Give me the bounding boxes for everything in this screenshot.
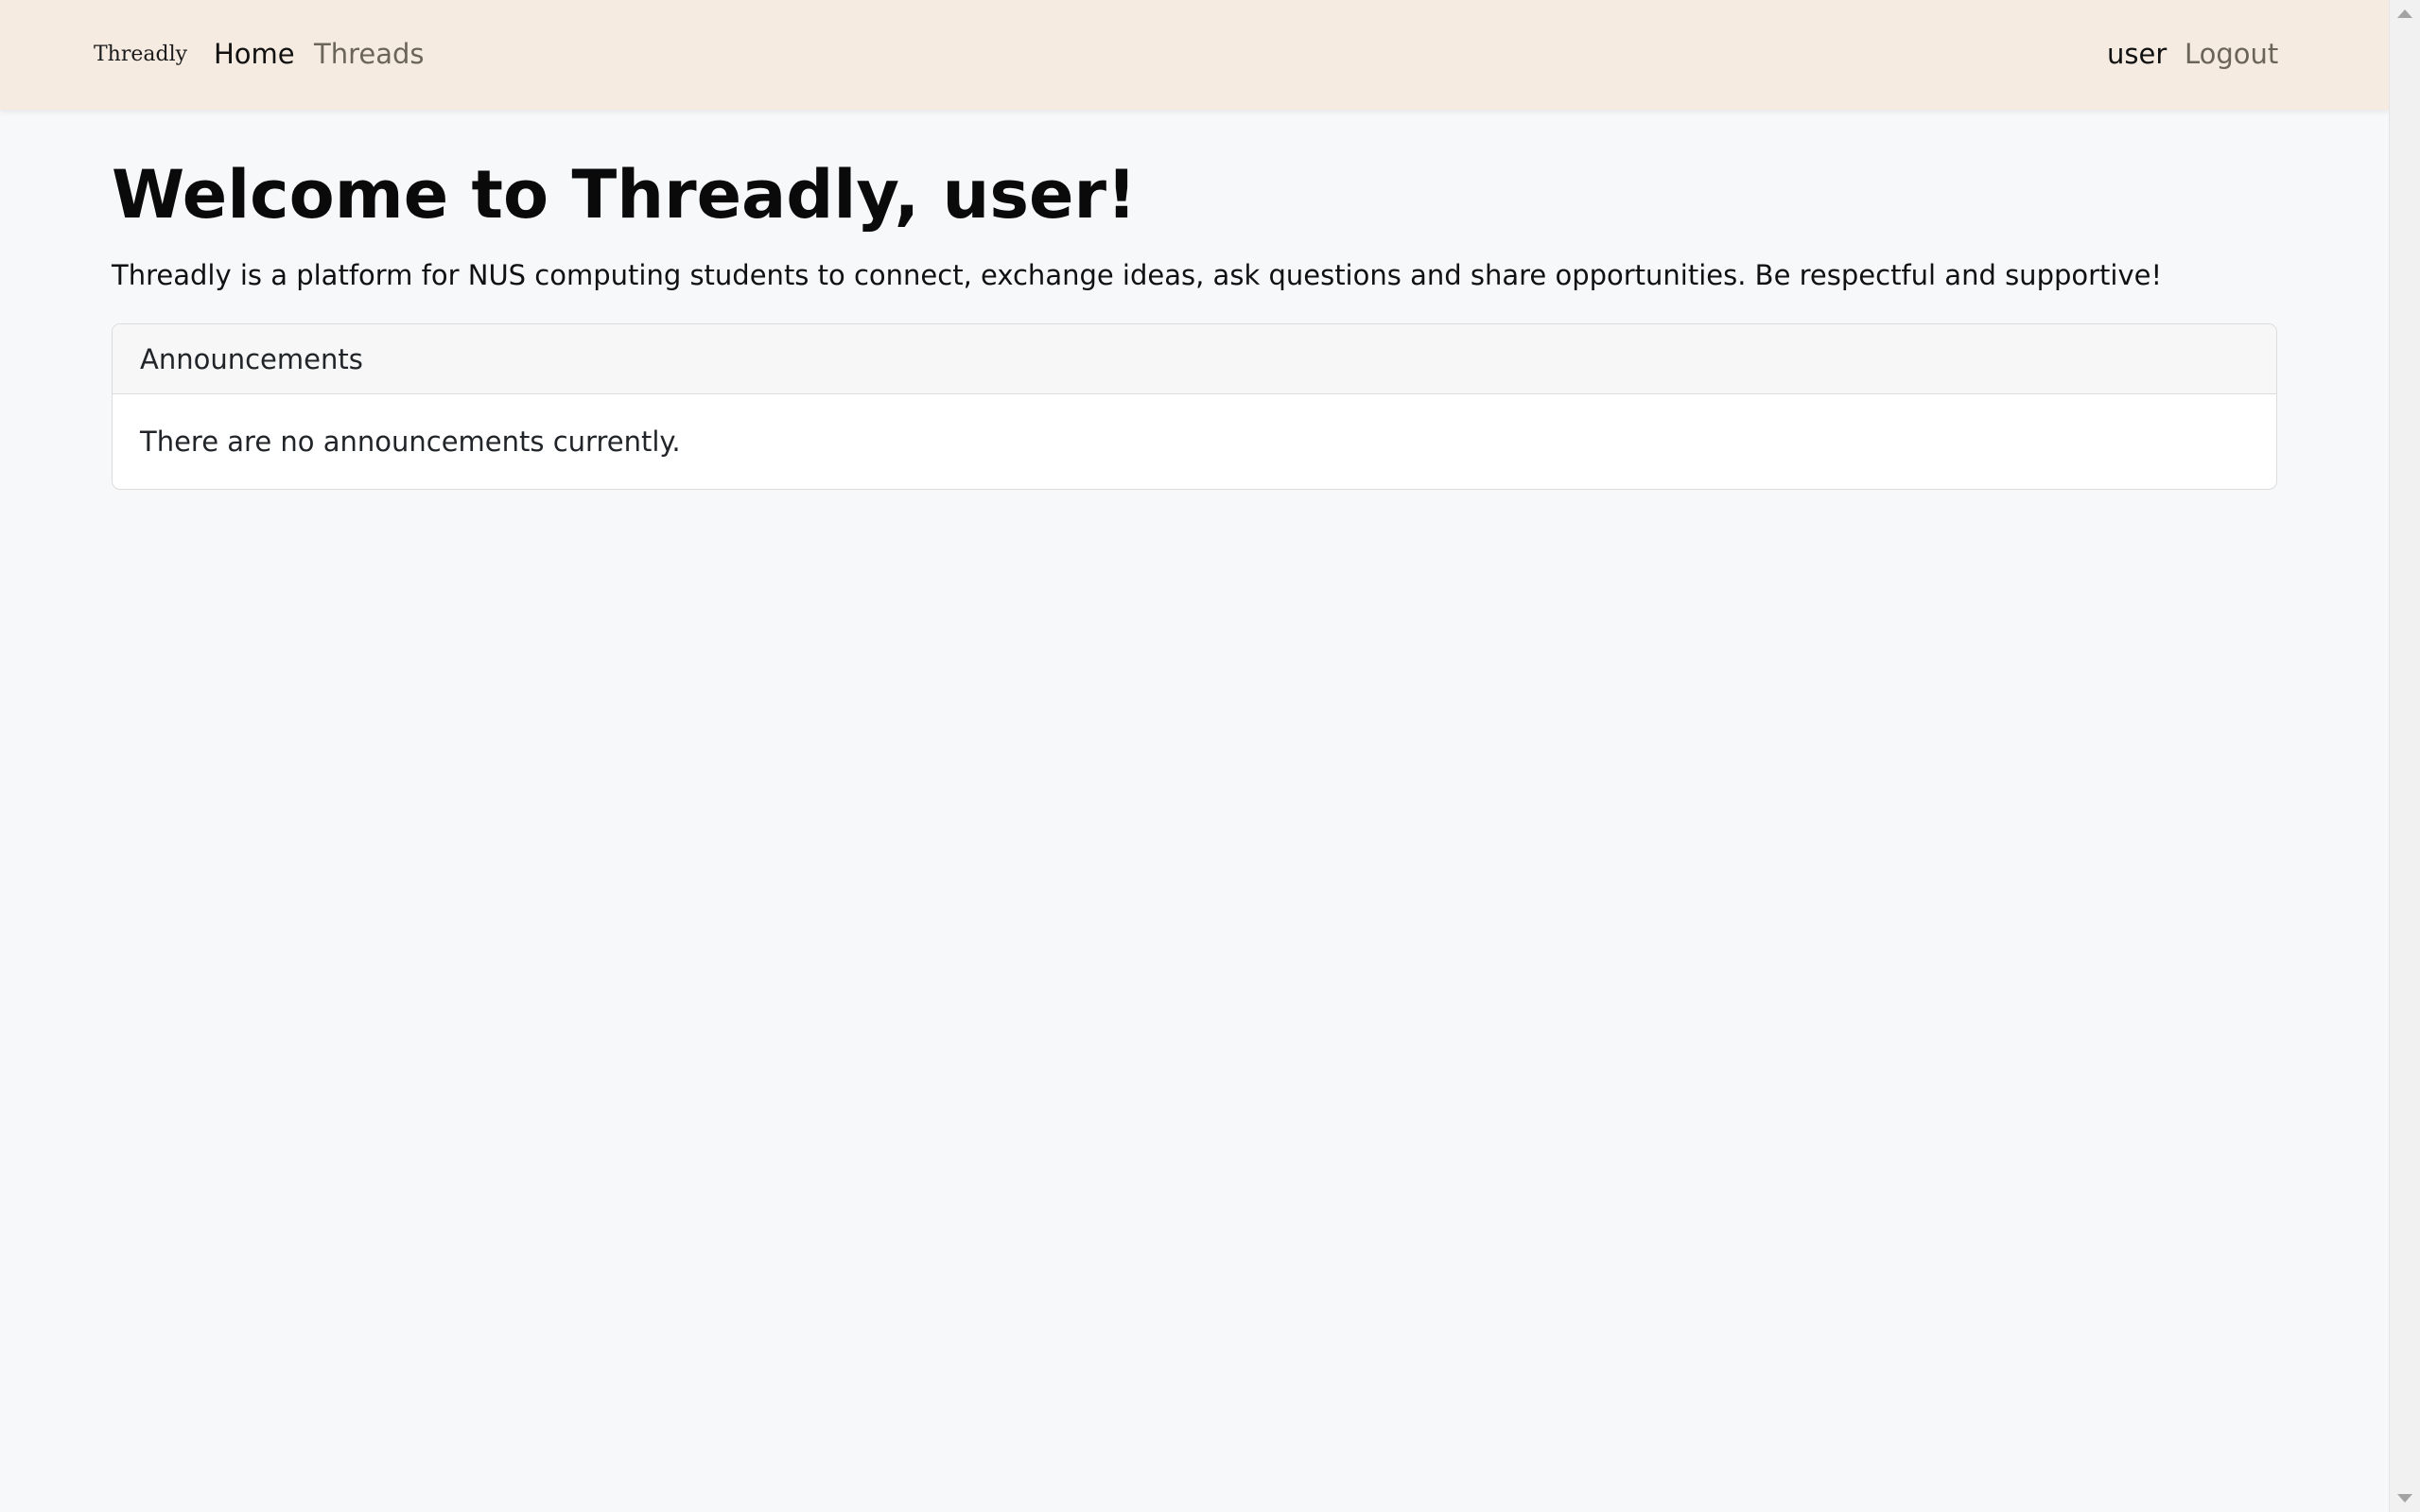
page-title: Welcome to Threadly, user! bbox=[112, 156, 1137, 234]
nav-logout-link[interactable]: Logout bbox=[2185, 38, 2278, 70]
nav-home-link[interactable]: Home bbox=[214, 38, 295, 70]
nav-threads-link[interactable]: Threads bbox=[314, 38, 425, 70]
announcements-empty-message: There are no announcements currently. bbox=[140, 426, 681, 458]
announcements-header: Announcements bbox=[113, 324, 2276, 394]
intro-text: Threadly is a platform for NUS computing… bbox=[112, 259, 2163, 291]
nav-user-link[interactable]: user bbox=[2107, 38, 2167, 70]
vertical-scrollbar[interactable] bbox=[2389, 0, 2420, 1512]
brand-logo-link[interactable]: Threadly bbox=[94, 43, 187, 66]
announcements-card: Announcements There are no announcements… bbox=[112, 323, 2277, 490]
scroll-down-arrow-icon[interactable] bbox=[2397, 1494, 2412, 1503]
page: Threadly Home Threads user Logout Welcom… bbox=[0, 0, 2389, 1512]
main-content: Welcome to Threadly, user! Threadly is a… bbox=[112, 110, 2277, 490]
navbar: Threadly Home Threads user Logout bbox=[0, 0, 2389, 110]
scroll-up-arrow-icon[interactable] bbox=[2397, 9, 2412, 18]
